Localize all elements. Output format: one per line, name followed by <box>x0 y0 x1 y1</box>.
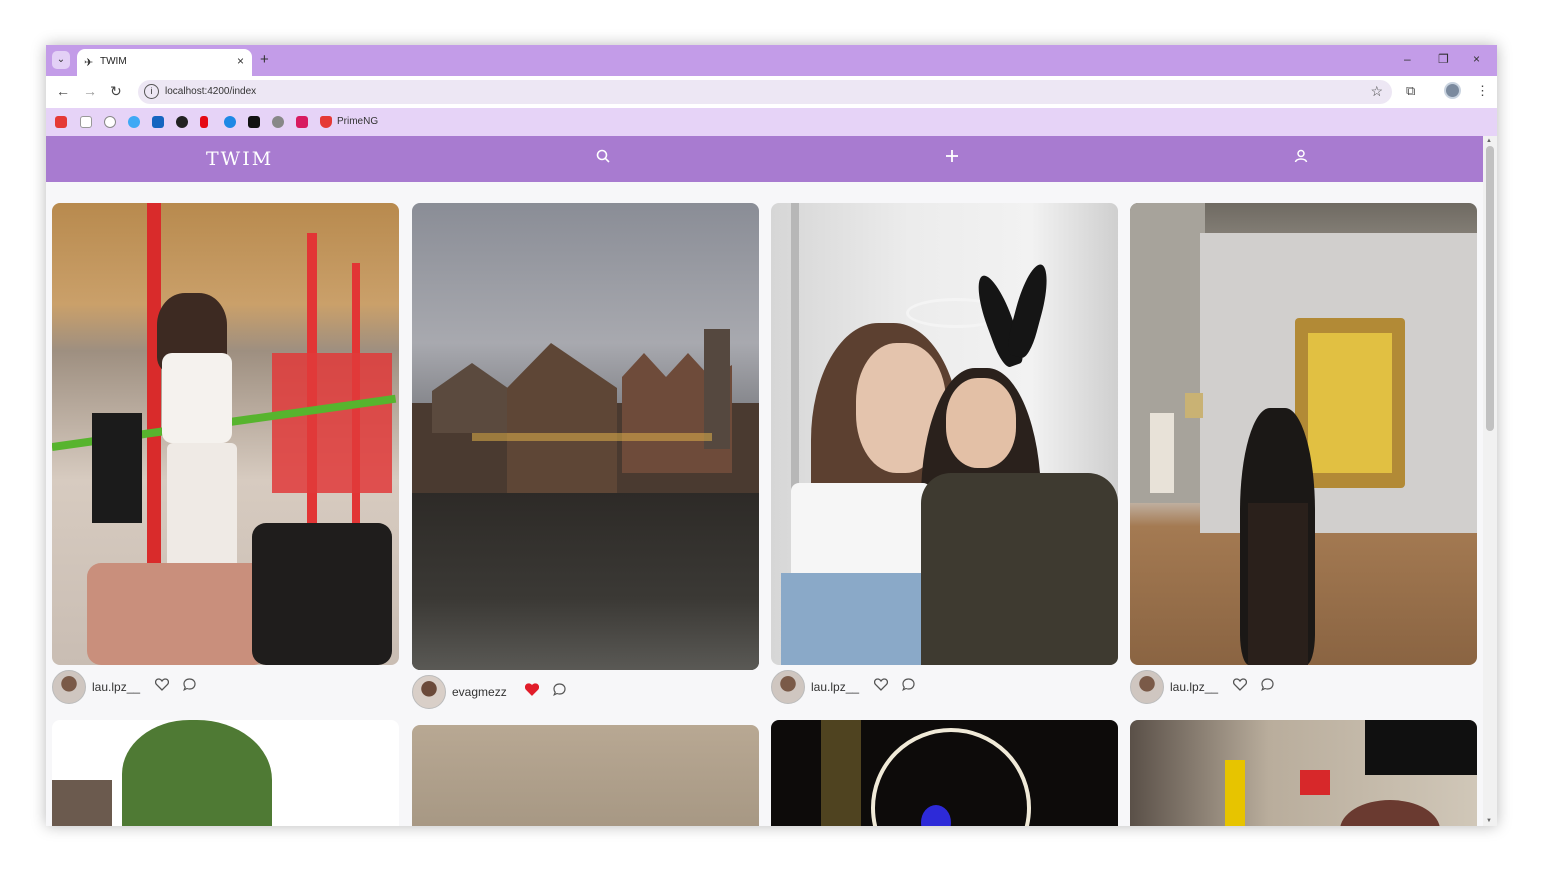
post-username[interactable]: evagmezz <box>452 685 507 699</box>
post-photo[interactable] <box>1130 203 1477 665</box>
play-icon[interactable] <box>224 116 236 128</box>
close-window-button[interactable]: × <box>1473 52 1480 66</box>
heart-icon[interactable] <box>154 678 170 694</box>
post-card <box>412 725 759 826</box>
post-photo[interactable] <box>52 203 399 665</box>
airplane-icon: ✈ <box>84 57 94 69</box>
post-photo[interactable] <box>412 203 759 670</box>
post-card: lau.lpz__ <box>771 203 1118 704</box>
post-card <box>771 720 1118 826</box>
tab-strip: ⌄ ✈ TWIM × + – ❐ × <box>46 45 1497 76</box>
post-meta: lau.lpz__ <box>771 670 1118 704</box>
post-photo[interactable] <box>52 720 399 826</box>
heart-icon[interactable] <box>873 678 889 694</box>
app-viewport: TWIM ▲ ▼ lau.lpz__ evagmezz lau.lpz__ la… <box>46 136 1497 826</box>
post-username[interactable]: lau.lpz__ <box>811 680 859 694</box>
bookmark-d-icon[interactable] <box>296 116 308 128</box>
bookmarks-bar: PrimeNG <box>46 108 1497 136</box>
comment-icon[interactable] <box>902 678 915 694</box>
bookmark-circle-icon[interactable] <box>176 116 188 128</box>
minimize-button[interactable]: – <box>1404 52 1411 66</box>
browser-window: ⌄ ✈ TWIM × + – ❐ × ← → ↻ i localhost:420… <box>46 45 1497 826</box>
post-photo[interactable] <box>412 725 759 826</box>
page-scrollbar[interactable]: ▲ ▼ <box>1483 136 1497 826</box>
post-username[interactable]: lau.lpz__ <box>1170 680 1218 694</box>
search-icon[interactable] <box>596 149 610 168</box>
reload-icon[interactable]: ↻ <box>110 83 122 100</box>
restore-button[interactable]: ❐ <box>1438 52 1449 66</box>
post-card <box>1130 720 1477 826</box>
graduation-cap-icon[interactable] <box>152 116 164 128</box>
post-meta: evagmezz <box>412 675 759 709</box>
amazon-icon[interactable] <box>80 116 92 128</box>
avatar[interactable] <box>52 670 86 704</box>
post-card: lau.lpz__ <box>1130 203 1477 704</box>
bookmark-gear-icon[interactable] <box>272 116 284 128</box>
tab-title: TWIM <box>100 56 127 67</box>
comment-icon[interactable] <box>183 678 196 694</box>
back-icon[interactable]: ← <box>56 83 70 99</box>
url-text: localhost:4200/index <box>165 86 257 97</box>
avatar[interactable] <box>1130 670 1164 704</box>
app-header: TWIM <box>46 136 1483 182</box>
site-info-icon[interactable]: i <box>144 84 159 99</box>
post-photo[interactable] <box>771 203 1118 665</box>
youtube-icon[interactable] <box>55 116 67 128</box>
bookmark-star-icon[interactable]: ☆ <box>1370 83 1383 100</box>
primeng-icon[interactable] <box>320 116 332 128</box>
new-tab-button[interactable]: + <box>260 51 269 68</box>
avatar[interactable] <box>771 670 805 704</box>
post-meta: lau.lpz__ <box>52 670 399 704</box>
extensions-icon[interactable]: ⧉ <box>1406 83 1415 99</box>
post-username[interactable]: lau.lpz__ <box>92 680 140 694</box>
bookmark-globe-icon[interactable] <box>128 116 140 128</box>
post-card <box>52 720 399 826</box>
avatar[interactable] <box>412 675 446 709</box>
bookmark-s-icon[interactable] <box>248 116 260 128</box>
scroll-up-arrow[interactable]: ▲ <box>1486 138 1492 144</box>
plus-icon[interactable] <box>945 149 959 168</box>
user-icon[interactable] <box>1294 149 1308 168</box>
post-card: lau.lpz__ <box>52 203 399 704</box>
tab-search-button[interactable]: ⌄ <box>52 51 70 69</box>
comment-icon[interactable] <box>1261 678 1274 694</box>
post-card: evagmezz <box>412 203 759 709</box>
post-photo[interactable] <box>1130 720 1477 826</box>
address-bar[interactable]: i localhost:4200/index ☆ <box>138 80 1392 104</box>
github-icon[interactable] <box>104 116 116 128</box>
comment-icon[interactable] <box>553 683 566 699</box>
bookmark-primeng-label[interactable]: PrimeNG <box>337 116 378 127</box>
post-meta: lau.lpz__ <box>1130 670 1477 704</box>
heart-icon[interactable] <box>1232 678 1248 694</box>
profile-avatar[interactable] <box>1444 82 1461 99</box>
forward-icon[interactable]: → <box>83 83 97 99</box>
post-photo[interactable] <box>771 720 1118 826</box>
netflix-icon[interactable] <box>200 116 208 128</box>
app-logo[interactable]: TWIM <box>206 148 273 170</box>
heart-icon[interactable] <box>524 683 540 699</box>
browser-menu-icon[interactable]: ⋮ <box>1476 83 1489 99</box>
tab-close-icon[interactable]: × <box>237 54 244 68</box>
scroll-down-arrow[interactable]: ▼ <box>1486 818 1492 824</box>
browser-tab-active[interactable]: ✈ TWIM × <box>77 49 252 76</box>
address-toolbar: ← → ↻ i localhost:4200/index ☆ ⧉ ⋮ <box>46 76 1497 108</box>
scrollbar-thumb[interactable] <box>1486 146 1494 431</box>
